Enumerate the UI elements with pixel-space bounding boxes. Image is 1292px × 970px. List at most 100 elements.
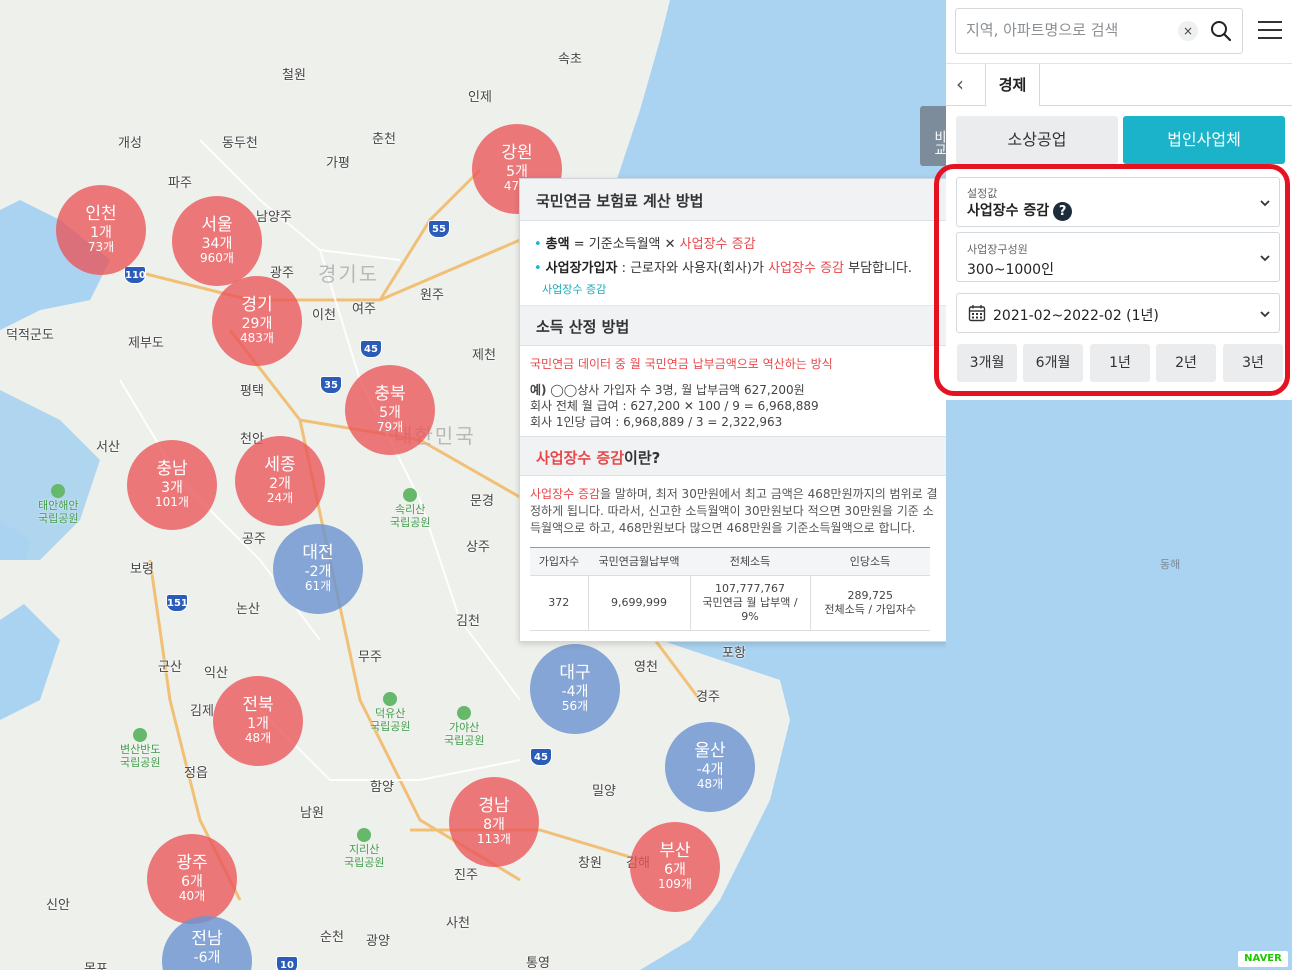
park-label: 태안해안 국립공원 [38, 484, 78, 525]
cluster-total: 960개 [200, 250, 234, 265]
region-cluster-busan[interactable]: 부산 6개 109개 [630, 822, 720, 912]
compare-tab[interactable]: 비교 [920, 106, 946, 166]
highway-shield: 55 [428, 220, 450, 238]
place-label: 목포 [84, 962, 108, 970]
place-label: 광주 [270, 266, 294, 281]
cluster-name: 인천 [85, 204, 117, 225]
park-label: 지리산 국립공원 [344, 828, 384, 869]
place-label: 영천 [634, 660, 658, 675]
cluster-total: 48개 [244, 730, 272, 745]
tab-economy[interactable]: 경제 [985, 64, 1040, 107]
place-label: 덕적군도 [6, 328, 54, 343]
place-label: 논산 [236, 602, 260, 617]
region-cluster-gwangju[interactable]: 광주 6개 40개 [147, 834, 237, 924]
clear-search-button[interactable]: × [1178, 21, 1198, 41]
place-label: 상주 [466, 540, 490, 555]
place-label: 여주 [352, 302, 376, 317]
place-label: 서산 [96, 440, 120, 455]
definition-title: 사업장수 증감이란? [520, 436, 946, 476]
place-label: 신안 [46, 898, 70, 913]
highway-shield: 10 [276, 956, 298, 970]
income-section: 국민연금 데이터 중 월 국민연금 납부금액으로 역산하는 방식 예) ◯◯상사… [520, 346, 946, 436]
search-input[interactable] [966, 21, 1166, 39]
income-method: 국민연금 데이터 중 월 국민연금 납부금액으로 역산하는 방식 [530, 357, 833, 371]
region-cluster-chungbuk[interactable]: 충북 5개 79개 [345, 365, 435, 455]
setting-link[interactable]: 사업장수 증감 [542, 281, 934, 297]
popup-section-formula: • 총액 = 기준소득월액 ✕ 사업장수 증감 • 사업장가입자 : 근로자와 사용… [520, 221, 946, 306]
region-cluster-daejeon[interactable]: 대전 -2개 61개 [273, 524, 363, 614]
cluster-total: 101개 [155, 494, 189, 509]
map-sea-right[interactable]: 동해 [946, 400, 1292, 970]
cluster-name: 충북 [374, 384, 406, 405]
region-cluster-gyeonggi[interactable]: 경기 29개 483개 [212, 276, 302, 366]
place-label: 파주 [168, 176, 192, 191]
place-label: 원주 [420, 288, 444, 303]
calc-table: 가입자수 국민연금월납부액 전체소득 인당소득 372 9,699,999 10… [530, 547, 930, 631]
tab-bar: ‹ 경제 [946, 63, 1292, 107]
place-label: 익산 [204, 666, 228, 681]
park-label: 덕유산 국립공원 [370, 692, 410, 733]
cluster-delta: 3개 [161, 479, 183, 496]
table-cell: 107,777,767 국민연금 월 납부액 / 9% [689, 575, 810, 631]
region-cluster-chungnam[interactable]: 충남 3개 101개 [127, 440, 217, 530]
place-label: 문경 [470, 494, 494, 509]
place-label: 창원 [578, 856, 602, 871]
region-cluster-sejong[interactable]: 세종 2개 24개 [235, 436, 325, 526]
cluster-delta: 8개 [483, 816, 505, 833]
back-icon[interactable]: ‹ [956, 72, 964, 96]
small-business-button[interactable]: 소상공업 [956, 116, 1118, 164]
cluster-delta: -6개 [193, 949, 221, 966]
region-cluster-jeonbuk[interactable]: 전북 1개 48개 [213, 676, 303, 766]
place-label: 김제 [190, 704, 214, 719]
province-label: 경기도 [318, 262, 380, 286]
place-label: 춘천 [372, 132, 396, 147]
example-line-3: 회사 1인당 급여 : 6,968,889 / 3 = 2,322,963 [530, 415, 783, 429]
park-label: 가야산 국립공원 [444, 706, 484, 747]
region-cluster-gyeongnam[interactable]: 경남 8개 113개 [449, 777, 539, 867]
place-label: 남양주 [256, 210, 292, 225]
place-label: 평택 [240, 384, 264, 399]
place-label: 인제 [468, 90, 492, 105]
income-section-title: 소득 산정 방법 [520, 306, 946, 346]
cluster-delta: -4개 [561, 683, 589, 700]
cluster-name: 전남 [191, 929, 223, 949]
park-label: 속리산 국립공원 [390, 488, 430, 529]
cluster-total: 79개 [376, 419, 404, 434]
place-label: 공주 [242, 532, 266, 547]
place-label: 광양 [366, 934, 390, 949]
place-label: 정읍 [184, 766, 208, 781]
corporation-button[interactable]: 법인사업체 [1123, 116, 1285, 164]
example-line-2: 회사 전체 월 급여 : 627,200 ✕ 100 / 9 = 6,968,8… [530, 399, 819, 413]
place-label: 함양 [370, 780, 394, 795]
cluster-total: 109개 [658, 876, 692, 891]
menu-icon[interactable] [1258, 21, 1282, 41]
info-popup: 국민연금 보험료 계산 방법 • 총액 = 기준소득월액 ✕ 사업장수 증감 • 사… [519, 178, 946, 642]
cluster-name: 세종 [264, 455, 296, 476]
cluster-name: 강원 [501, 143, 533, 164]
cluster-name: 울산 [694, 741, 726, 762]
example-line-1: 예) ◯◯상사 가입자 수 3명, 월 납부금액 627,200원 [530, 383, 805, 397]
map[interactable]: 속초 철원 인제 개성 동두천 춘천 가평 파주 남양주 광주 경기도 원주 이… [0, 0, 946, 970]
table-cell: 372 [530, 575, 588, 631]
definition-section: 사업장수 증감을 말하며, 최저 30만원에서 최고 금액은 468만원까지의 … [520, 476, 946, 641]
region-cluster-daegu[interactable]: 대구 -4개 56개 [530, 644, 620, 734]
search-icon[interactable] [1210, 20, 1232, 42]
cluster-name: 광주 [176, 853, 208, 874]
place-label: 철원 [282, 68, 306, 83]
region-cluster-incheon[interactable]: 인천 1개 73개 [56, 185, 146, 275]
place-label: 순천 [320, 930, 344, 945]
place-label: 진주 [454, 868, 478, 883]
place-label: 통영 [526, 956, 550, 970]
cluster-delta: 6개 [181, 873, 203, 890]
place-label: 동두천 [222, 136, 258, 151]
park-label: 변산반도 국립공원 [120, 728, 160, 769]
region-cluster-ulsan[interactable]: 울산 -4개 48개 [665, 722, 755, 812]
cluster-delta: 6개 [664, 861, 686, 878]
sea-label: 동해 [1160, 558, 1181, 571]
region-cluster-seoul[interactable]: 서울 34개 960개 [172, 196, 262, 286]
cluster-name: 충남 [156, 459, 188, 480]
table-cell: 289,725 전체소득 / 가입자수 [809, 575, 930, 631]
cluster-delta: 34개 [201, 235, 233, 252]
cluster-name: 대전 [302, 543, 334, 564]
highway-shield: 45 [360, 340, 382, 358]
